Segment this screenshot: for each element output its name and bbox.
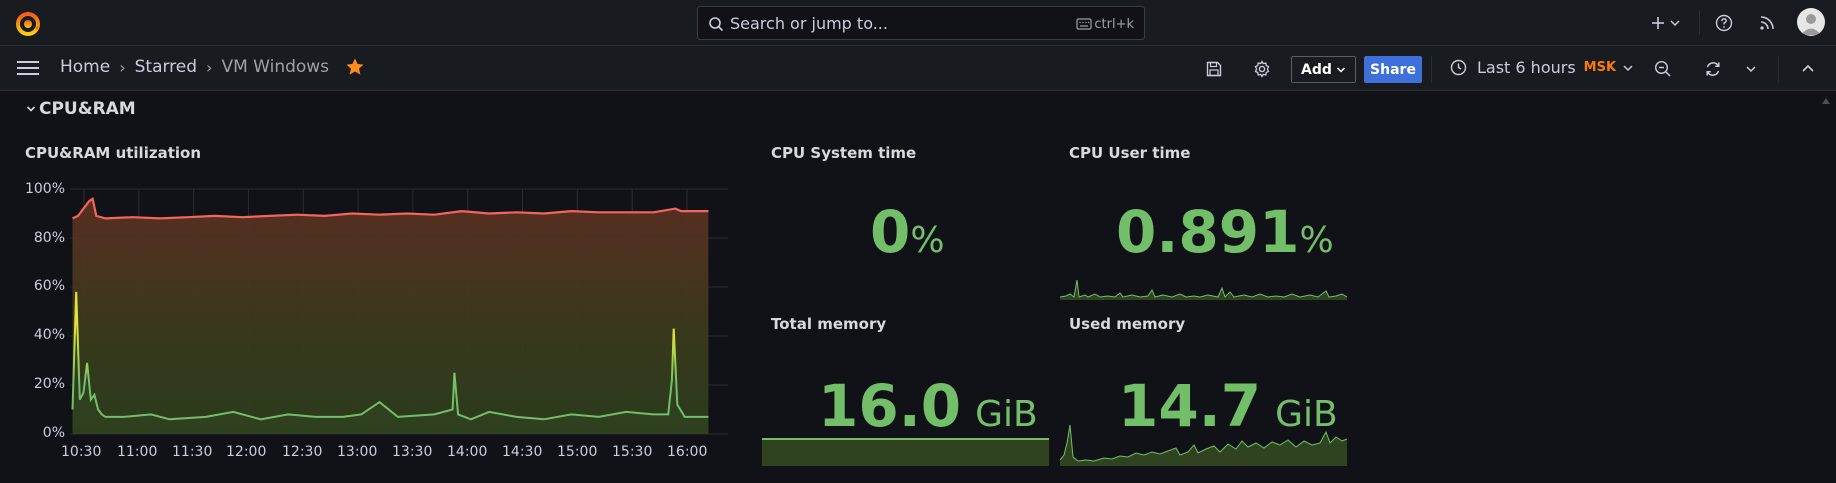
stat-value: 0.891 <box>1116 198 1300 266</box>
stat-unit: % <box>1299 220 1334 261</box>
cpu-ram-chart[interactable] <box>0 0 740 483</box>
ram-area <box>72 198 709 434</box>
panel-title[interactable]: CPU User time <box>1069 144 1190 162</box>
stat-value: 0 <box>870 198 911 266</box>
divider <box>1431 56 1432 83</box>
chevron-down-icon <box>1623 64 1633 71</box>
stat-value: 16.0 <box>818 372 962 440</box>
dashboard-settings-button[interactable] <box>1249 56 1275 82</box>
panel-title[interactable]: Used memory <box>1069 315 1185 333</box>
add-button[interactable]: Add <box>1291 56 1356 83</box>
gear-icon <box>1254 60 1270 78</box>
divider <box>1699 11 1700 35</box>
avatar-icon <box>1801 14 1821 35</box>
used-memory-sparkline <box>1060 424 1347 466</box>
save-icon <box>1206 61 1222 77</box>
keyboard-icon <box>1076 18 1092 30</box>
cpu-user-value: 0.891% <box>1116 198 1334 266</box>
refresh-button[interactable] <box>1700 56 1726 82</box>
chevron-down-icon <box>1669 20 1680 27</box>
help-button[interactable] <box>1712 11 1736 35</box>
timezone-badge: MSK <box>1583 60 1617 75</box>
share-label: Share <box>1370 61 1416 78</box>
collapse-toolbar-button[interactable] <box>1796 56 1820 82</box>
share-button[interactable]: Share <box>1364 56 1422 83</box>
panel-title[interactable]: CPU System time <box>771 144 916 162</box>
clock-icon <box>1450 59 1467 76</box>
zoom-out-icon <box>1654 60 1671 77</box>
save-dashboard-button[interactable] <box>1201 56 1227 82</box>
chevron-down-icon <box>1336 66 1345 73</box>
refresh-icon <box>1706 62 1720 76</box>
panel-title[interactable]: Total memory <box>771 315 886 333</box>
page-scrollbar[interactable] <box>1816 92 1836 483</box>
chevron-down-icon <box>1746 66 1756 73</box>
time-range-label: Last 6 hours <box>1477 58 1576 77</box>
zoom-out-button[interactable] <box>1650 56 1676 82</box>
chevron-up-icon <box>1802 64 1814 72</box>
search-bar[interactable]: Search or jump to... ctrl+k <box>697 6 1145 40</box>
search-shortcut: ctrl+k <box>1094 17 1134 32</box>
help-icon <box>1715 14 1733 32</box>
plus-icon <box>1651 17 1664 29</box>
refresh-interval-button[interactable] <box>1740 56 1762 82</box>
cpu-user-sparkline <box>1060 279 1347 300</box>
search-placeholder[interactable]: Search or jump to... <box>730 14 888 33</box>
user-avatar[interactable] <box>1797 8 1825 36</box>
scroll-up-icon <box>1822 98 1830 104</box>
add-label: Add <box>1301 61 1332 78</box>
stat-unit: % <box>910 220 945 261</box>
news-button[interactable] <box>1755 11 1779 35</box>
cpu-system-value: 0% <box>870 198 945 266</box>
total-memory-sparkline <box>762 438 1049 466</box>
stat-unit: GiB <box>975 394 1038 435</box>
time-range-picker[interactable]: Last 6 hours MSK <box>1450 58 1634 77</box>
rss-icon <box>1760 16 1774 30</box>
total-memory-value: 16.0 GiB <box>818 372 1038 440</box>
divider <box>1778 56 1779 83</box>
new-menu-button[interactable] <box>1645 11 1685 35</box>
